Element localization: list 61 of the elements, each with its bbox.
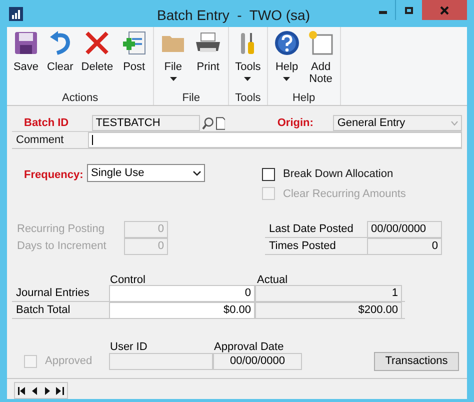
field-label: Frequency: <box>23 168 84 183</box>
document-icon[interactable] <box>216 116 226 130</box>
column-header: Control <box>110 273 146 285</box>
group-label: Help <box>291 91 316 105</box>
checkbox-label: Clear Recurring Amounts <box>283 186 406 202</box>
app-icon <box>9 6 23 20</box>
note-icon <box>308 30 334 56</box>
comment-field[interactable] <box>88 132 462 148</box>
search-icon[interactable] <box>202 116 214 130</box>
x-icon <box>84 30 110 56</box>
group-label: Actions <box>61 91 100 105</box>
ribbon-button[interactable]: Delete <box>78 27 116 90</box>
column-header: Actual <box>257 273 288 285</box>
ribbon-button[interactable]: Post <box>118 27 150 90</box>
ribbon-button[interactable]: Print <box>191 27 226 90</box>
row-label: Journal Entries <box>15 286 90 301</box>
group-label: Tools <box>234 91 262 105</box>
ribbon-button[interactable]: File <box>157 27 190 90</box>
value-field: 0 <box>367 238 442 254</box>
ribbon-button[interactable]: Tools <box>232 27 264 90</box>
field-label: Origin: <box>277 116 314 131</box>
actual-field: 1 <box>255 284 402 302</box>
field-label: Last Date Posted <box>268 222 354 237</box>
field-label: Recurring Posting <box>17 222 106 238</box>
chevron-down-icon <box>193 170 201 176</box>
caret-icon <box>244 77 252 81</box>
column-header: User ID <box>110 340 148 352</box>
column-header: Approval Date <box>214 340 284 352</box>
batch-id-field[interactable]: TESTBATCH <box>92 115 200 131</box>
row-label: Batch Total <box>15 302 72 318</box>
control-field[interactable]: 0 <box>109 284 255 302</box>
last-record-icon[interactable] <box>56 386 64 394</box>
close-button[interactable] <box>422 0 467 20</box>
ribbon-button[interactable]: Clear <box>44 27 76 90</box>
group-label: File <box>181 91 201 105</box>
value-field: 00/00/0000 <box>367 220 442 238</box>
ribbon-button[interactable]: Help <box>270 27 303 90</box>
caret-icon <box>283 77 290 81</box>
control-field[interactable]: $0.00 <box>109 302 255 318</box>
transactions-button[interactable]: Transactions <box>374 352 459 371</box>
checkbox-label: Approved <box>45 354 92 370</box>
chevron-down-icon <box>451 120 458 126</box>
checkbox[interactable] <box>262 168 275 181</box>
field-label: Times Posted <box>268 238 337 254</box>
actual-field: $200.00 <box>255 302 402 318</box>
caret-icon <box>170 77 177 81</box>
next-record-icon[interactable] <box>44 386 50 394</box>
document-plus-icon <box>121 30 148 56</box>
help-icon <box>274 30 300 56</box>
frequency-dropdown[interactable]: Single Use <box>87 164 205 182</box>
field-label: Comment <box>15 132 65 148</box>
checkbox-label: Break Down Allocation <box>283 167 394 182</box>
ribbon-button[interactable]: Add Note <box>304 27 337 90</box>
first-record-icon[interactable] <box>18 386 26 394</box>
approval-date-field: 00/00/0000 <box>213 353 302 370</box>
field-label: Batch ID <box>23 116 70 131</box>
field-label: Days to Increment <box>17 239 108 254</box>
close-icon <box>440 6 449 14</box>
previous-record-icon[interactable] <box>32 386 38 394</box>
ribbon-button[interactable]: Save <box>10 27 42 90</box>
window-title: Batch Entry - TWO (sa) <box>157 6 310 25</box>
